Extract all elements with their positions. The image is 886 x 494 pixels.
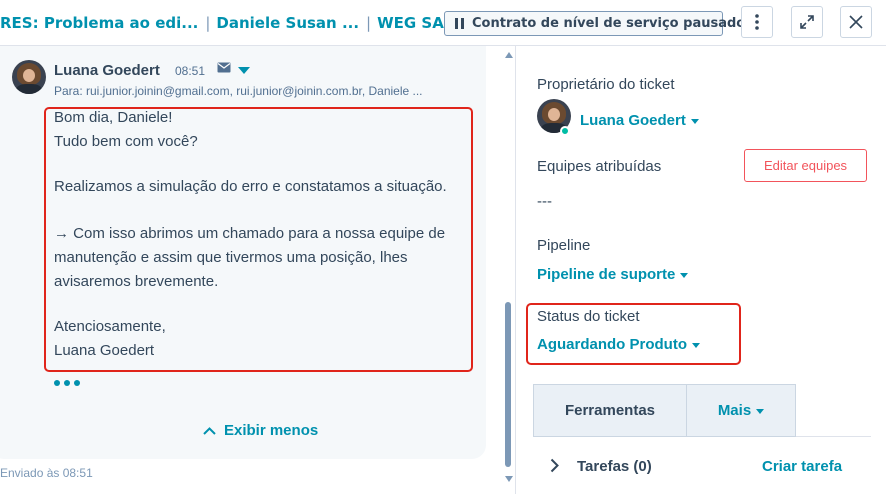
breadcrumb-ticket-subject[interactable]: RES: Problema ao edi...: [0, 14, 198, 32]
dropdown-caret-icon: [756, 409, 765, 414]
pane-divider: [515, 46, 516, 494]
scroll-up-arrow-icon[interactable]: [505, 52, 513, 58]
more-actions-button[interactable]: [741, 6, 773, 38]
breadcrumb-separator: |: [366, 14, 372, 32]
pause-icon: [455, 18, 464, 29]
tab-more[interactable]: Mais: [686, 384, 796, 437]
chevron-right-icon[interactable]: [550, 458, 559, 473]
dropdown-caret-icon: [692, 343, 700, 348]
breadcrumb-separator: |: [205, 14, 211, 32]
status-value: Aguardando Produto: [537, 336, 687, 353]
email-time: 08:51: [175, 64, 206, 78]
show-quoted-text-button[interactable]: [54, 380, 80, 386]
teams-value: ---: [537, 193, 552, 210]
email-body-line: Luana Goedert: [54, 342, 155, 359]
chevron-up-icon: [203, 426, 216, 435]
email-body-line: Realizamos a simulação do erro e constat…: [54, 178, 447, 195]
tasks-section-label[interactable]: Tarefas (0): [577, 458, 652, 475]
breadcrumb-contact[interactable]: Daniele Susan ...: [216, 14, 359, 32]
sla-paused-badge[interactable]: Contrato de nível de serviço pausado: [444, 11, 745, 36]
email-details-caret-icon[interactable]: [238, 67, 250, 74]
email-body-line: manutenção e assim que tivermos uma posi…: [54, 249, 408, 266]
tab-more-label: Mais: [717, 402, 752, 419]
pipeline-label: Pipeline: [537, 237, 591, 254]
email-body-line: Atenciosamente,: [54, 318, 166, 335]
owner-select[interactable]: Luana Goedert: [580, 112, 699, 129]
show-less-label: Exibir menos: [224, 422, 319, 439]
email-thread-pane: Luana Goedert 08:51 Para: rui.junior.joi…: [0, 46, 516, 494]
envelope-icon: [217, 62, 231, 73]
tab-tools[interactable]: Ferramentas: [533, 384, 687, 437]
show-less-button[interactable]: Exibir menos: [203, 422, 318, 439]
scroll-down-arrow-icon[interactable]: [505, 476, 513, 482]
ticket-header: RES: Problema ao edi... | Daniele Susan …: [0, 0, 886, 46]
sent-timestamp: Enviado às 08:51: [0, 466, 93, 480]
dropdown-caret-icon: [680, 273, 689, 278]
online-status-indicator: [560, 126, 570, 136]
expand-icon: [800, 15, 814, 29]
tab-tools-label: Ferramentas: [564, 402, 656, 419]
close-icon: [849, 15, 863, 29]
scrollbar[interactable]: [503, 52, 513, 482]
avatar: [12, 60, 46, 94]
close-button[interactable]: [840, 6, 872, 38]
vertical-dots-icon: [755, 14, 759, 30]
owner-label: Proprietário do ticket: [537, 76, 675, 93]
email-body-line: Bom dia, Daniele!: [54, 109, 173, 126]
create-task-link[interactable]: Criar tarefa: [762, 458, 842, 475]
status-label: Status do ticket: [537, 308, 640, 325]
breadcrumb-company[interactable]: WEG SA: [377, 14, 444, 32]
email-recipients: Para: rui.junior.joinin@gmail.com, rui.j…: [54, 84, 423, 98]
owner-name: Luana Goedert: [580, 112, 686, 129]
pipeline-value: Pipeline de suporte: [537, 266, 676, 283]
pipeline-select[interactable]: Pipeline de suporte: [537, 266, 689, 283]
edit-teams-button[interactable]: Editar equipes: [744, 149, 867, 182]
email-body-line: Tudo bem com você?: [54, 133, 198, 150]
teams-label: Equipes atribuídas: [537, 158, 662, 175]
scrollbar-thumb[interactable]: [505, 302, 511, 467]
status-select[interactable]: Aguardando Produto: [537, 336, 700, 353]
tools-tabs: Ferramentas Mais: [533, 384, 871, 437]
email-body-line: avisaremos brevemente.: [54, 273, 219, 290]
sla-badge-label: Contrato de nível de serviço pausado: [472, 16, 746, 31]
dropdown-caret-icon: [690, 119, 699, 124]
breadcrumb: RES: Problema ao edi... | Daniele Susan …: [0, 14, 503, 32]
email-body-line: → Com isso abrimos um chamado para a nos…: [54, 225, 446, 242]
email-sender: Luana Goedert: [54, 62, 160, 79]
expand-button[interactable]: [791, 6, 823, 38]
